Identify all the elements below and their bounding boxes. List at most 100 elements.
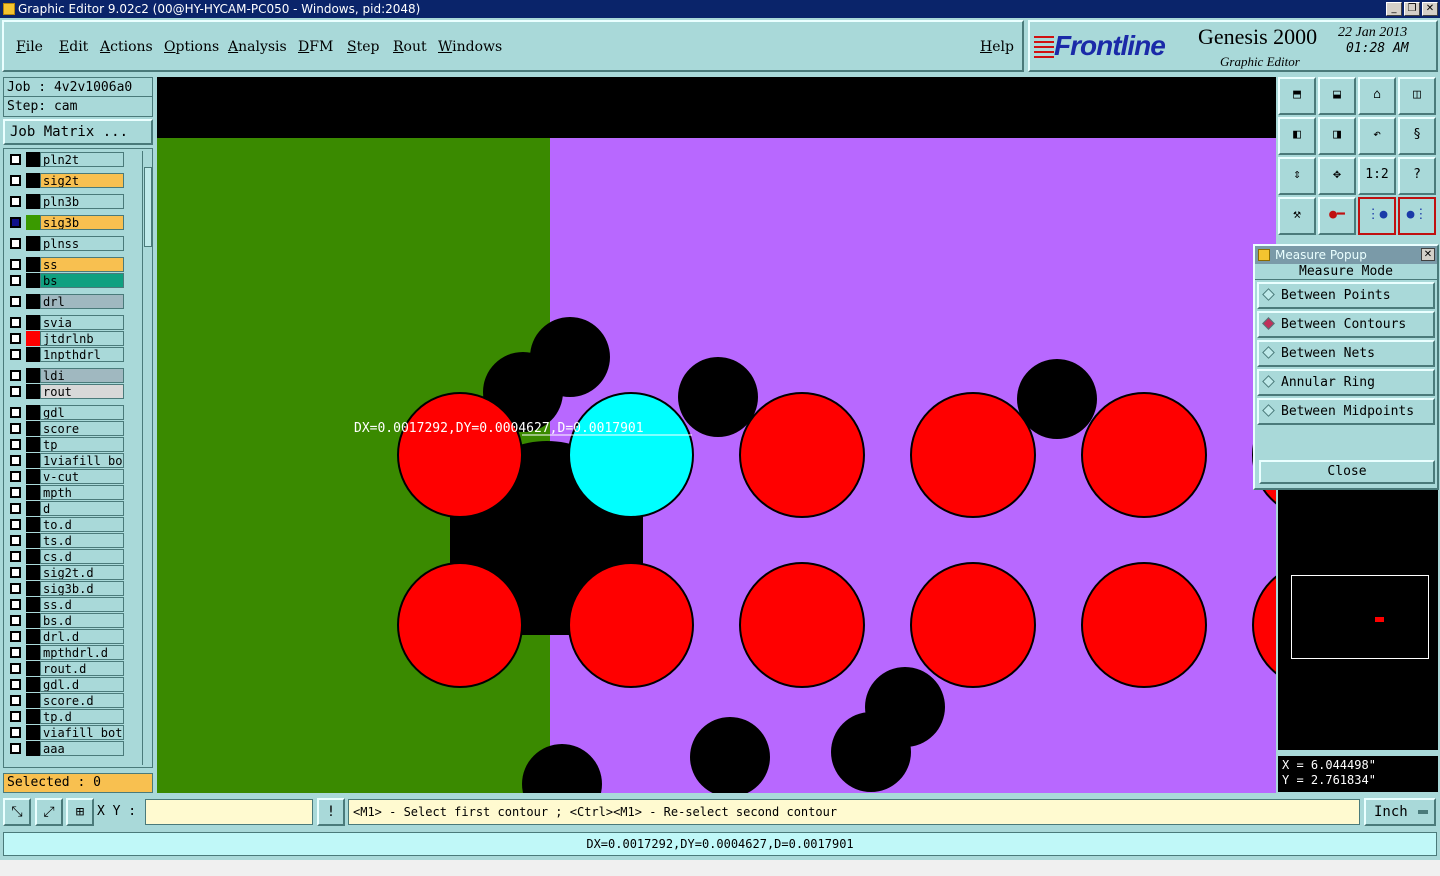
measure-option[interactable]: Between Contours <box>1257 311 1435 338</box>
pan-left-icon[interactable]: ◧ <box>1278 117 1316 155</box>
layer-color-swatch[interactable] <box>26 597 40 612</box>
layer-name[interactable]: v-cut <box>40 469 124 484</box>
layer-row[interactable]: ss <box>4 256 140 272</box>
layer-checkbox[interactable] <box>10 679 21 690</box>
layer-color-swatch[interactable] <box>26 331 40 346</box>
zoom-home-icon[interactable]: ⬒ <box>1278 77 1316 115</box>
layer-row[interactable]: bs <box>4 272 140 288</box>
layer-color-swatch[interactable] <box>26 469 40 484</box>
layer-row[interactable]: drl.d <box>4 628 140 644</box>
layer-checkbox[interactable] <box>10 503 21 514</box>
layer-name[interactable]: sig2t.d <box>40 565 124 580</box>
window-icon[interactable]: ◫ <box>1398 77 1436 115</box>
layer-name[interactable]: gdl.d <box>40 677 124 692</box>
layer-row[interactable]: gdl <box>4 404 140 420</box>
layer-name[interactable]: score <box>40 421 124 436</box>
compare-icon[interactable]: ●⋮ <box>1398 197 1436 235</box>
measure-icon[interactable]: ●━ <box>1318 197 1356 235</box>
close-button[interactable]: Close <box>1259 460 1435 484</box>
layer-row[interactable]: viafill_bot <box>4 724 140 740</box>
layer-row[interactable]: 1npthdrl <box>4 346 140 362</box>
menu-windows[interactable]: Windows <box>438 39 502 55</box>
layer-color-swatch[interactable] <box>26 677 40 692</box>
layer-name[interactable]: aaa <box>40 741 124 756</box>
layer-name[interactable]: score.d <box>40 693 124 708</box>
zoom-in-icon[interactable]: ⬓ <box>1318 77 1356 115</box>
measure-option[interactable]: Annular Ring <box>1257 369 1435 396</box>
layer-row[interactable]: ss.d <box>4 596 140 612</box>
measure-option[interactable]: Between Nets <box>1257 340 1435 367</box>
layer-checkbox[interactable] <box>10 296 21 307</box>
layer-name[interactable]: viafill_bot <box>40 725 124 740</box>
layer-checkbox[interactable] <box>10 370 21 381</box>
layer-row[interactable]: mpthdrl.d <box>4 644 140 660</box>
layer-row[interactable]: score <box>4 420 140 436</box>
layer-checkbox[interactable] <box>10 317 21 328</box>
menu-step[interactable]: Step <box>347 39 379 55</box>
layer-name[interactable]: 1viafill_bot <box>40 453 124 468</box>
layer-row[interactable]: gdl.d <box>4 676 140 692</box>
layer-checkbox[interactable] <box>10 259 21 270</box>
layer-name[interactable]: drl <box>40 294 124 309</box>
layer-checkbox[interactable] <box>10 154 21 165</box>
layer-name[interactable]: sig3b.d <box>40 581 124 596</box>
exclaim-button[interactable]: ! <box>317 798 345 826</box>
layer-checkbox[interactable] <box>10 275 21 286</box>
menu-actions[interactable]: Actions <box>100 39 153 55</box>
layer-color-swatch[interactable] <box>26 645 40 660</box>
layer-color-swatch[interactable] <box>26 517 40 532</box>
menu-dfm[interactable]: DFM <box>298 39 333 55</box>
layer-row[interactable]: rout.d <box>4 660 140 676</box>
layer-name[interactable]: sig3b <box>40 215 124 230</box>
layer-checkbox[interactable] <box>10 695 21 706</box>
layer-checkbox[interactable] <box>10 487 21 498</box>
layer-name[interactable]: rout.d <box>40 661 124 676</box>
layer-row[interactable]: tp.d <box>4 708 140 724</box>
layer-color-swatch[interactable] <box>26 405 40 420</box>
layer-color-swatch[interactable] <box>26 661 40 676</box>
layer-row[interactable]: tp <box>4 436 140 452</box>
job-matrix-button[interactable]: Job Matrix ... <box>3 119 153 145</box>
redraw-icon[interactable]: § <box>1398 117 1436 155</box>
layer-color-swatch[interactable] <box>26 629 40 644</box>
layer-checkbox[interactable] <box>10 196 21 207</box>
layer-row[interactable]: sig3b <box>4 214 140 230</box>
copper-pad[interactable] <box>739 562 865 688</box>
layer-checkbox[interactable] <box>10 175 21 186</box>
layer-checkbox[interactable] <box>10 471 21 482</box>
drill-hole[interactable] <box>678 357 758 437</box>
layer-row[interactable]: rout <box>4 383 140 399</box>
copper-pad[interactable] <box>397 392 523 518</box>
copper-pad[interactable] <box>739 392 865 518</box>
layer-row[interactable]: bs.d <box>4 612 140 628</box>
scrollbar-thumb[interactable] <box>144 167 152 247</box>
layer-color-swatch[interactable] <box>26 709 40 724</box>
layer-checkbox[interactable] <box>10 386 21 397</box>
layer-name[interactable]: plnss <box>40 236 124 251</box>
layer-checkbox[interactable] <box>10 647 21 658</box>
layer-name[interactable]: tp.d <box>40 709 124 724</box>
layer-row[interactable]: sig2t <box>4 172 140 188</box>
layer-checkbox[interactable] <box>10 439 21 450</box>
layer-color-swatch[interactable] <box>26 453 40 468</box>
menu-file[interactable]: File <box>16 39 43 55</box>
layer-name[interactable]: to.d <box>40 517 124 532</box>
layer-row[interactable]: mpth <box>4 484 140 500</box>
layer-checkbox[interactable] <box>10 519 21 530</box>
snap-icon[interactable]: ⤡ <box>3 798 31 826</box>
menu-options[interactable]: Options <box>164 39 219 55</box>
layer-checkbox[interactable] <box>10 535 21 546</box>
layer-checkbox[interactable] <box>10 567 21 578</box>
layer-color-swatch[interactable] <box>26 215 40 230</box>
menu-help[interactable]: Help <box>980 39 1014 55</box>
layer-name[interactable]: d <box>40 501 124 516</box>
layer-color-swatch[interactable] <box>26 581 40 596</box>
layer-checkbox[interactable] <box>10 583 21 594</box>
radio-diamond-icon[interactable] <box>1262 317 1275 330</box>
layer-checkbox[interactable] <box>10 423 21 434</box>
layer-color-swatch[interactable] <box>26 294 40 309</box>
units-dropdown[interactable]: Inch <box>1364 798 1436 826</box>
layer-name[interactable]: ss <box>40 257 124 272</box>
tools-icon[interactable]: ⚒ <box>1278 197 1316 235</box>
measure-option[interactable]: Between Points <box>1257 282 1435 309</box>
